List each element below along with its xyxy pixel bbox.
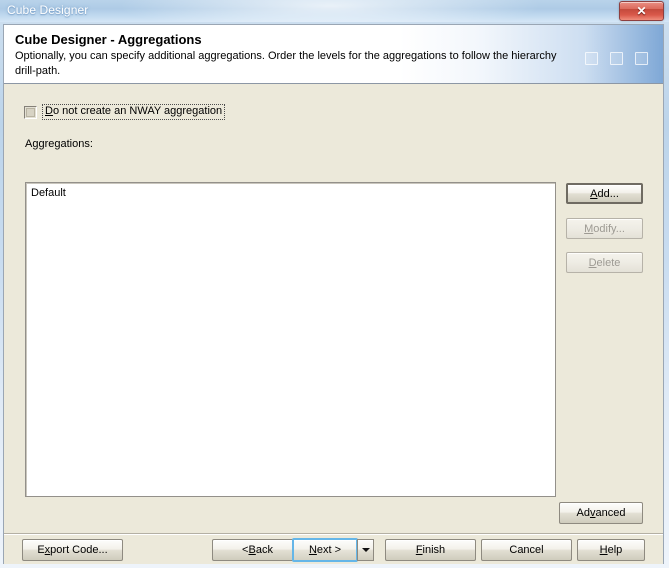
next-button[interactable]: Next > <box>292 538 358 562</box>
next-dropdown-button[interactable] <box>357 539 374 561</box>
page-title: Cube Designer - Aggregations <box>15 32 202 47</box>
page-description: Optionally, you can specify additional a… <box>15 50 557 77</box>
advanced-label-pre: Ad <box>576 507 590 519</box>
close-button[interactable]: ✕ <box>619 1 664 21</box>
title-bar: Cube Designer ✕ <box>0 0 669 22</box>
export-code-button[interactable]: Ex port Code... <box>22 539 123 561</box>
advanced-label-post: anced <box>595 507 626 519</box>
help-mnemonic: H <box>599 544 608 556</box>
wizard-header: Cube Designer - Aggregations Optionally,… <box>4 25 663 84</box>
nway-checkbox[interactable] <box>24 105 37 119</box>
export-label-pre: E <box>37 544 45 556</box>
next-button-label: ext > <box>316 544 342 556</box>
cancel-button[interactable]: Cancel <box>481 539 572 561</box>
add-mnemonic: A <box>590 187 598 200</box>
export-label-post: port Code... <box>50 544 108 556</box>
window-title: Cube Designer <box>7 3 89 17</box>
title-bar-background <box>0 0 669 22</box>
advanced-button[interactable]: Ad v anced <box>559 502 643 524</box>
list-item[interactable]: Default <box>26 183 555 202</box>
back-label-post: ack <box>255 544 273 556</box>
help-button[interactable]: Help <box>577 539 645 561</box>
dialog-body: Do not create an NWAY aggregation Aggreg… <box>4 84 663 533</box>
aggregations-label: Aggregations: <box>25 138 93 150</box>
modify-button[interactable]: Modify... <box>566 218 643 239</box>
delete-button[interactable]: Delete <box>566 252 643 273</box>
square-icon-2 <box>610 52 623 65</box>
nway-checkbox-label[interactable]: Do not create an NWAY aggregation <box>42 104 226 120</box>
finish-button-label: inish <box>422 544 446 556</box>
square-icon-1 <box>585 52 598 65</box>
add-button-label: dd... <box>597 187 619 200</box>
dialog-footer: Ex port Code... < Back Next > Finish Canc… <box>4 533 663 564</box>
close-icon: ✕ <box>636 4 647 18</box>
square-icon-3 <box>635 52 648 65</box>
header-decoration <box>585 52 655 66</box>
help-button-label: elp <box>607 544 623 556</box>
nway-mnemonic: D <box>45 105 53 117</box>
modify-mnemonic: M <box>584 222 594 235</box>
add-button[interactable]: Add... <box>566 183 643 204</box>
dialog-client-area: Cube Designer - Aggregations Optionally,… <box>3 24 664 564</box>
nway-checkbox-row[interactable]: Do not create an NWAY aggregation <box>24 104 226 120</box>
finish-mnemonic: F <box>415 544 423 556</box>
nway-label-text: o not create an NWAY aggregation <box>52 105 223 117</box>
chevron-down-icon <box>361 548 370 552</box>
cube-designer-window: Cube Designer ✕ Cube Designer - Aggregat… <box>0 0 669 568</box>
delete-button-label: elete <box>596 256 621 269</box>
back-button[interactable]: < Back <box>212 539 303 561</box>
delete-mnemonic: D <box>588 256 597 269</box>
modify-button-label: odify... <box>593 222 625 235</box>
back-mnemonic: B <box>248 544 256 556</box>
next-mnemonic: N <box>308 544 317 556</box>
aggregations-listbox[interactable]: Default <box>25 182 556 497</box>
finish-button[interactable]: Finish <box>385 539 476 561</box>
